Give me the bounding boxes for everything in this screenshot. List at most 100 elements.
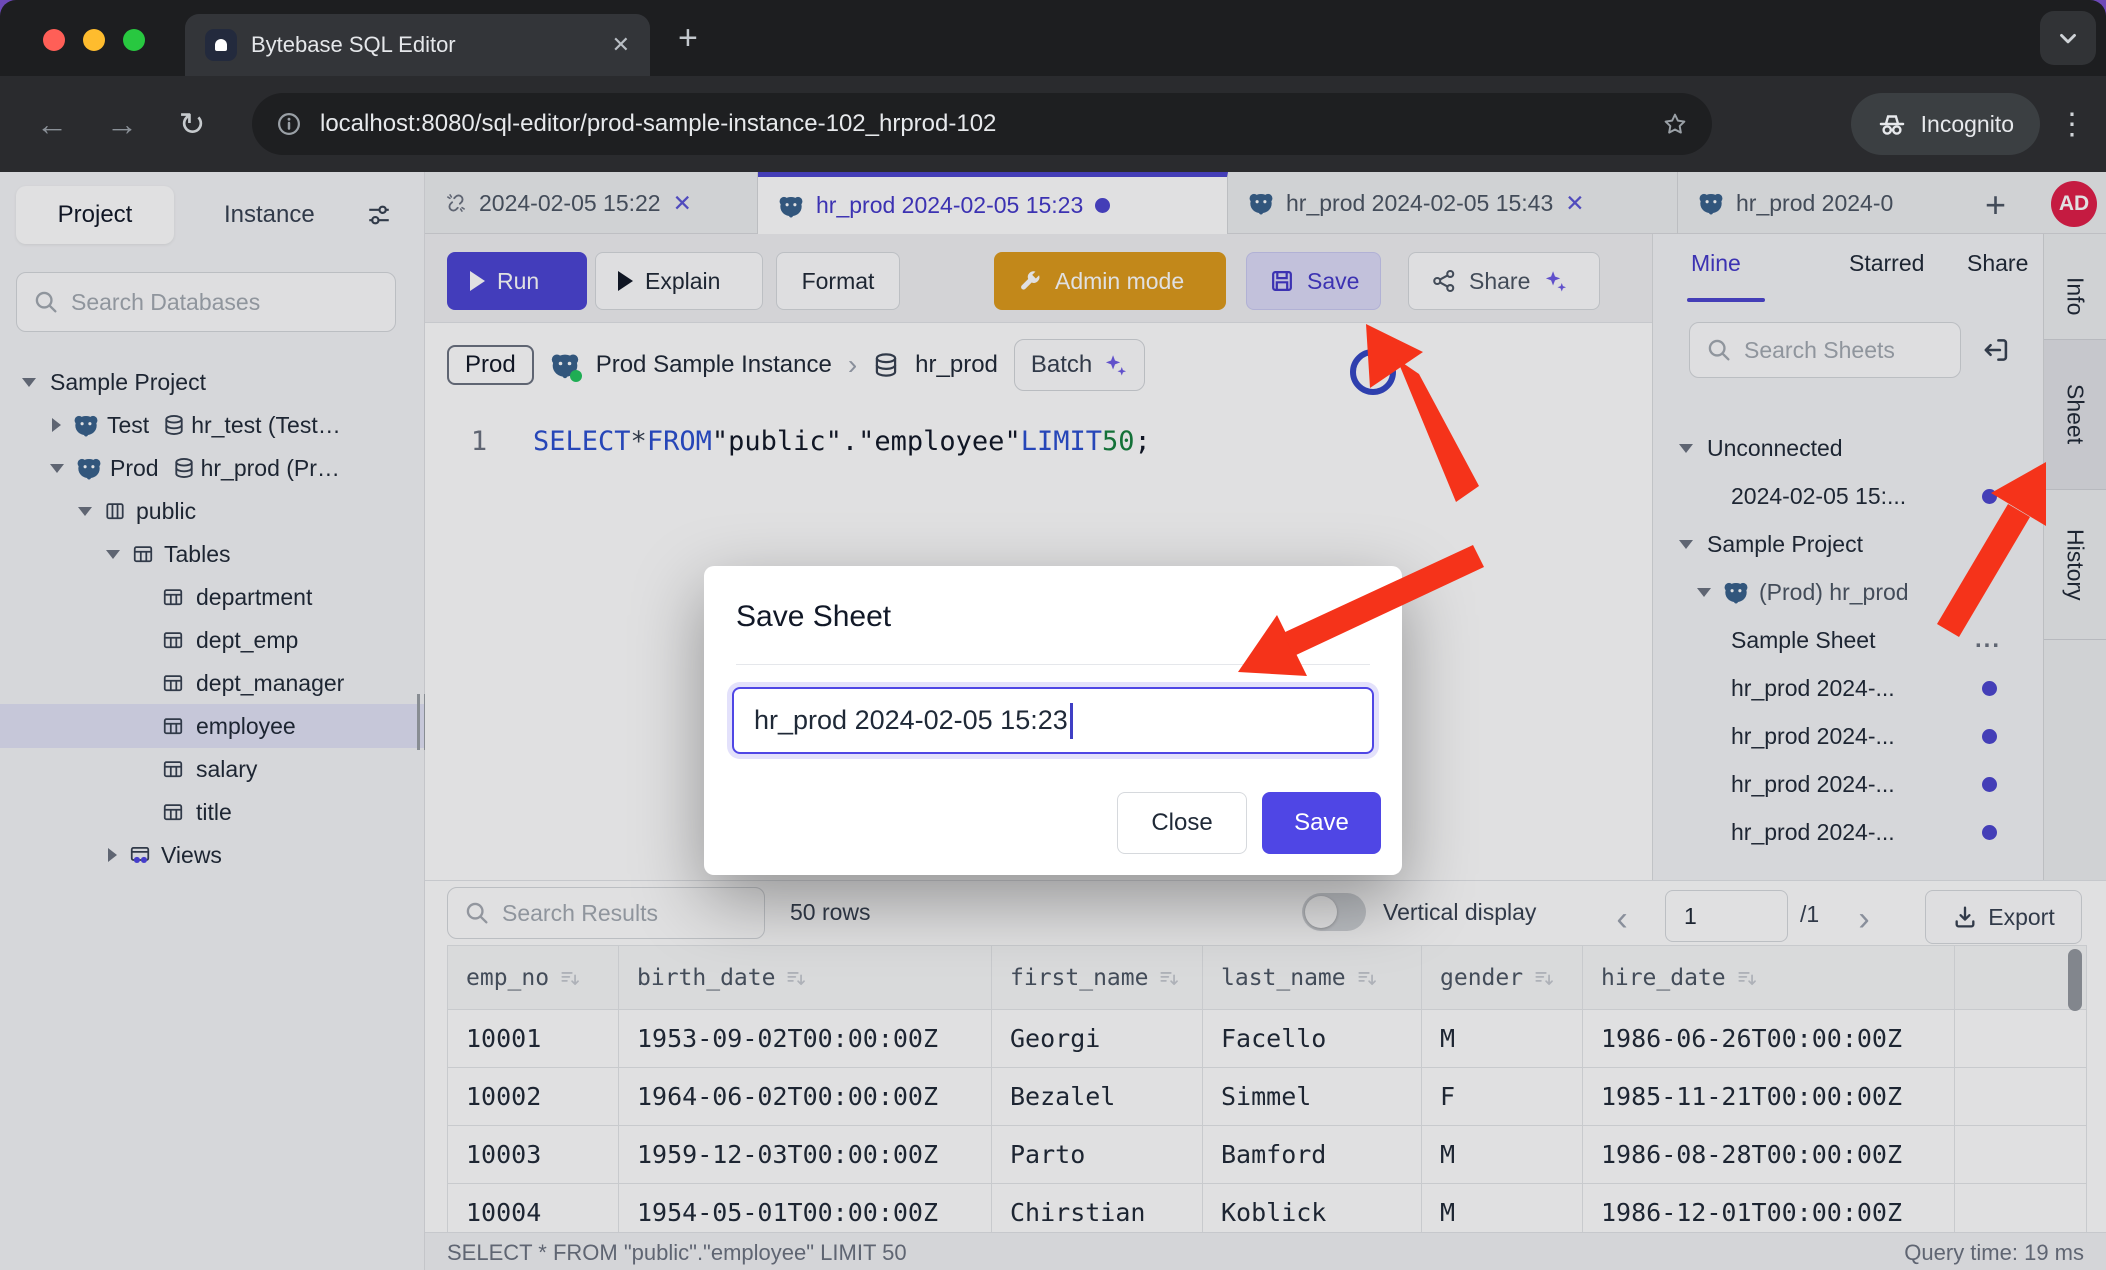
results-search[interactable] — [447, 887, 765, 939]
new-tab-button[interactable]: + — [678, 28, 698, 48]
sheet-search[interactable] — [1689, 322, 1961, 378]
sheet-tab-1[interactable]: 2024-02-05 15:22 ✕ — [425, 172, 758, 234]
table-row[interactable]: 100031959-12-03T00:00:00ZPartoBamfordM19… — [448, 1126, 2087, 1184]
sheet-item[interactable]: 2024-02-05 15:... — [1653, 472, 2043, 520]
prev-page-button[interactable]: ‹ — [1596, 893, 1648, 945]
run-button[interactable]: Run — [447, 252, 587, 310]
close-dialog-icon[interactable]: ✕ — [1348, 600, 1370, 631]
sort-icon[interactable] — [785, 967, 807, 989]
sheet-db-node[interactable]: (Prod) hr_prod — [1653, 568, 2043, 616]
caret-down-icon[interactable] — [1679, 540, 1693, 549]
dialog-close-button[interactable]: Close — [1117, 792, 1247, 854]
sql-line-1[interactable]: 1 SELECT * FROM "public"."employee" LIMI… — [425, 419, 1652, 463]
caret-down-icon[interactable] — [1679, 444, 1693, 453]
sheet-title-input[interactable]: hr_prod 2024-02-05 15:23 — [732, 687, 1374, 754]
column-header[interactable]: first_name — [992, 946, 1203, 1010]
more-actions-icon[interactable]: ... — [1975, 626, 2001, 654]
sheets-tab-mine[interactable]: Mine — [1691, 250, 1741, 277]
tree-node-table[interactable]: title — [0, 790, 424, 834]
zoom-window-button[interactable] — [123, 29, 145, 51]
minimize-window-button[interactable] — [83, 29, 105, 51]
column-header[interactable]: birth_date — [619, 946, 992, 1010]
reload-button[interactable]: ↻ — [166, 76, 218, 172]
caret-down-icon[interactable] — [50, 464, 64, 473]
close-tab-icon[interactable]: ✕ — [1565, 190, 1584, 217]
bookmark-star-icon[interactable] — [1662, 111, 1688, 137]
sheet-tab-4[interactable]: hr_prod 2024-0 — [1678, 172, 1963, 234]
tab-project[interactable]: Project — [16, 186, 174, 244]
forward-button[interactable]: → — [96, 76, 148, 172]
tree-node-schema-public[interactable]: public — [0, 489, 424, 533]
database-name[interactable]: hr_prod — [915, 351, 998, 379]
dialog-save-button[interactable]: Save — [1262, 792, 1381, 854]
results-scrollbar[interactable] — [2068, 949, 2084, 1219]
tab-instance[interactable]: Instance — [224, 201, 315, 229]
sort-icon[interactable] — [1533, 967, 1555, 989]
share-button[interactable]: Share — [1408, 252, 1600, 310]
sheet-tab-3[interactable]: hr_prod 2024-02-05 15:43 ✕ — [1228, 172, 1678, 234]
sheet-group-project[interactable]: Sample Project — [1653, 520, 2043, 568]
tree-node-tables[interactable]: Tables — [0, 532, 424, 576]
side-tab-info[interactable]: Info — [2044, 254, 2106, 340]
back-button[interactable]: ← — [26, 76, 78, 172]
sync-ring-icon[interactable] — [1350, 349, 1396, 395]
caret-right-icon[interactable] — [108, 848, 117, 862]
database-search-input[interactable] — [71, 289, 379, 316]
close-tab-icon[interactable]: ✕ — [612, 32, 630, 58]
tree-node-table[interactable]: dept_manager — [0, 661, 424, 705]
database-search[interactable] — [16, 272, 396, 332]
new-sheet-button[interactable]: + — [1985, 184, 2006, 226]
column-header[interactable]: hire_date — [1583, 946, 1955, 1010]
address-bar[interactable]: localhost:8080/sql-editor/prod-sample-in… — [252, 93, 1712, 155]
browser-menu-button[interactable]: ⋮ — [2046, 76, 2098, 172]
admin-mode-button[interactable]: Admin mode — [994, 252, 1226, 310]
caret-down-icon[interactable] — [1697, 588, 1711, 597]
next-page-button[interactable]: › — [1838, 893, 1890, 945]
filter-settings-icon[interactable] — [366, 202, 392, 228]
side-tab-history[interactable]: History — [2044, 490, 2106, 640]
sheet-item-sample[interactable]: Sample Sheet ... — [1653, 616, 2043, 664]
sheet-item[interactable]: hr_prod 2024-... — [1653, 808, 2043, 856]
format-button[interactable]: Format — [776, 252, 900, 310]
user-avatar[interactable]: AD — [2051, 181, 2097, 227]
table-row[interactable]: 100011953-09-02T00:00:00ZGeorgiFacelloM1… — [448, 1010, 2087, 1068]
tree-node-prod-db[interactable]: Prod hr_prod (Pr… — [0, 446, 424, 490]
close-window-button[interactable] — [43, 29, 65, 51]
instance-name[interactable]: Prod Sample Instance — [596, 351, 832, 379]
tree-node-views[interactable]: Views — [0, 833, 424, 877]
save-button[interactable]: Save — [1246, 252, 1381, 310]
tree-node-test-db[interactable]: Test hr_test (Test… — [0, 403, 424, 447]
export-button[interactable]: Export — [1925, 890, 2082, 944]
sheet-group-unconnected[interactable]: Unconnected — [1653, 424, 2043, 472]
page-input[interactable] — [1665, 890, 1788, 942]
sheet-item[interactable]: hr_prod 2024-... — [1653, 760, 2043, 808]
sheets-tab-starred[interactable]: Starred — [1849, 250, 1924, 277]
results-search-input[interactable] — [502, 900, 748, 927]
caret-down-icon[interactable] — [78, 507, 92, 516]
caret-right-icon[interactable] — [52, 418, 61, 432]
column-header[interactable]: gender — [1422, 946, 1583, 1010]
import-sheet-icon[interactable] — [1981, 335, 2011, 365]
table-row[interactable]: 100021964-06-02T00:00:00ZBezalelSimmelF1… — [448, 1068, 2087, 1126]
sheet-tab-2-active[interactable]: hr_prod 2024-02-05 15:23 — [758, 172, 1228, 234]
explain-button[interactable]: Explain — [595, 252, 763, 310]
table-row[interactable]: 100041954-05-01T00:00:00ZChirstianKoblic… — [448, 1184, 2087, 1233]
tree-node-table[interactable]: salary — [0, 747, 424, 791]
sort-icon[interactable] — [559, 967, 581, 989]
side-tab-sheet[interactable]: Sheet — [2044, 340, 2106, 490]
sheet-item[interactable]: hr_prod 2024-... — [1653, 664, 2043, 712]
batch-button[interactable]: Batch — [1014, 339, 1145, 391]
sheets-tab-share[interactable]: Share — [1967, 250, 2028, 277]
sort-icon[interactable] — [1736, 967, 1758, 989]
sheet-item[interactable]: hr_prod 2024-... — [1653, 712, 2043, 760]
tree-node-project[interactable]: Sample Project — [0, 360, 424, 404]
column-header[interactable]: last_name — [1203, 946, 1422, 1010]
sort-icon[interactable] — [1158, 967, 1180, 989]
caret-down-icon[interactable] — [22, 378, 36, 387]
site-info-icon[interactable] — [276, 111, 302, 137]
tab-search-button[interactable] — [2040, 11, 2096, 65]
tree-node-table[interactable]: dept_emp — [0, 618, 424, 662]
sort-icon[interactable] — [1356, 967, 1378, 989]
close-tab-icon[interactable]: ✕ — [673, 190, 692, 217]
vertical-display-toggle[interactable] — [1302, 893, 1366, 931]
